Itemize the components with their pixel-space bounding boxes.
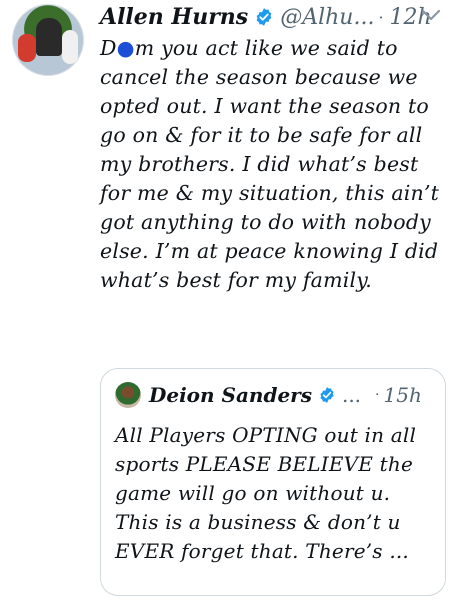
verified-badge-icon <box>256 8 272 26</box>
tweet-header: Allen Hurns @Alhu... · 12h <box>100 2 432 32</box>
avatar[interactable] <box>12 4 84 76</box>
avatar-figure <box>18 34 36 62</box>
tweet-text: D●m you act like we said to cancel the s… <box>100 34 450 295</box>
verified-badge-icon <box>320 387 334 403</box>
censor-mark: ● <box>116 36 135 60</box>
tweet[interactable]: Allen Hurns @Alhu... · 12h D●m you act l… <box>0 0 454 600</box>
quoted-timestamp: 15h <box>383 383 422 407</box>
tweet-text-rest: m you act like we said to cancel the sea… <box>100 36 440 292</box>
author-handle[interactable]: @Alhu... <box>280 5 374 30</box>
quoted-avatar <box>115 382 141 408</box>
chevron-down-icon[interactable] <box>420 8 442 22</box>
quoted-author-handle: ... <box>341 383 362 407</box>
quoted-author-name: Deion Sanders <box>149 383 312 407</box>
avatar-figure <box>62 30 78 64</box>
tweet-text-start: D <box>100 36 117 60</box>
author-name[interactable]: Allen Hurns <box>100 4 248 30</box>
quoted-tweet-text: All Players OPTING out in all sports PLE… <box>115 423 417 563</box>
avatar-figure <box>36 18 62 56</box>
separator-dot: · <box>375 387 380 403</box>
separator-dot: · <box>378 7 384 27</box>
quoted-tweet-header: Deion Sanders ... · 15h <box>115 381 422 409</box>
quoted-tweet[interactable]: Deion Sanders ... · 15h All Players OPTI… <box>100 368 446 596</box>
